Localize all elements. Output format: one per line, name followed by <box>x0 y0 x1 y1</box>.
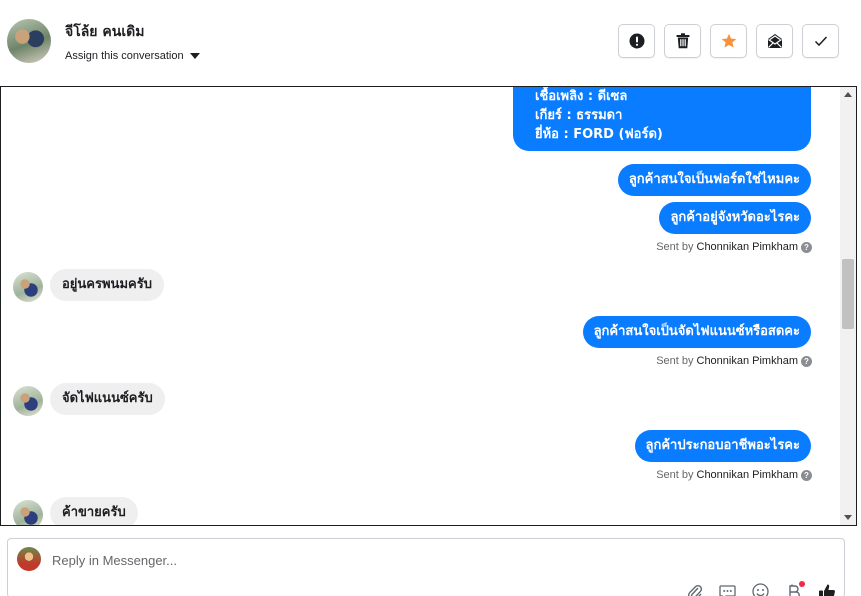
outgoing-info-bubble: เชื้อเพลิง : ดีเซล เกียร์ : ธรรมดา ยี่ห้… <box>513 87 811 151</box>
assign-conversation-dropdown[interactable]: Assign this conversation <box>65 50 200 62</box>
incoming-message: ค้าขายครับ <box>50 497 138 525</box>
envelope-icon <box>767 34 782 48</box>
question-icon[interactable]: ? <box>801 241 812 253</box>
sent-by-label: Sent by Chonnikan Pimkham ? <box>656 469 812 481</box>
done-button[interactable] <box>802 24 839 58</box>
assign-label: Assign this conversation <box>65 50 184 62</box>
contact-mini-avatar <box>13 386 43 416</box>
sent-by-label: Sent by Chonnikan Pimkham ? <box>656 355 812 367</box>
notification-dot <box>799 581 805 587</box>
my-avatar <box>17 547 41 571</box>
sent-by-label: Sent by Chonnikan Pimkham ? <box>656 241 812 253</box>
outgoing-message: ลูกค้าสนใจเป็นฟอร์ดใช่ไหมคะ <box>617 164 811 196</box>
contact-mini-avatar <box>13 272 43 302</box>
emoji-icon <box>752 583 769 596</box>
scrollbar[interactable] <box>840 87 856 525</box>
conversation-actions <box>618 24 839 58</box>
incoming-message: จัดไฟแนนซ์ครับ <box>50 383 165 415</box>
outgoing-message: ลูกค้าประกอบอาชีพอะไรคะ <box>634 430 811 462</box>
sender-name: Chonnikan Pimkham <box>696 241 799 253</box>
bold-button[interactable] <box>784 581 805 596</box>
star-icon <box>721 33 736 48</box>
check-icon <box>814 36 827 47</box>
sender-name: Chonnikan Pimkham <box>696 355 799 367</box>
trash-icon <box>676 33 689 49</box>
contact-avatar[interactable] <box>7 19 51 63</box>
reply-input[interactable] <box>52 551 652 569</box>
saved-replies-button[interactable] <box>718 582 737 596</box>
outgoing-message: ลูกค้าสนใจเป็นจัดไฟแนนซ์หรือสดคะ <box>582 316 811 348</box>
outgoing-message: ลูกค้าอยู่จังหวัดอะไรคะ <box>659 202 811 234</box>
info-line: ยี่ห้อ : FORD (ฟอร์ด) <box>535 127 663 142</box>
star-button[interactable] <box>710 24 747 58</box>
scrollbar-thumb[interactable] <box>842 259 854 329</box>
mark-spam-button[interactable] <box>618 24 655 58</box>
composer-tools <box>685 581 836 596</box>
info-line: เชื้อเพลิง : ดีเซล <box>535 89 628 104</box>
bold-icon <box>788 584 800 596</box>
like-icon <box>818 584 835 596</box>
question-icon[interactable]: ? <box>801 355 812 367</box>
scroll-down-arrow-icon[interactable] <box>844 515 852 520</box>
paperclip-icon <box>687 584 702 596</box>
exclamation-circle-icon <box>629 33 644 49</box>
contact-mini-avatar <box>13 500 43 525</box>
delete-button[interactable] <box>664 24 701 58</box>
caret-down-icon <box>189 53 200 59</box>
emoji-button[interactable] <box>751 582 770 596</box>
mark-unread-button[interactable] <box>756 24 793 58</box>
message-thread[interactable]: เชื้อเพลิง : ดีเซล เกียร์ : ธรรมดา ยี่ห้… <box>0 86 857 526</box>
saved-replies-icon <box>719 584 736 596</box>
like-button[interactable] <box>817 582 836 596</box>
incoming-message: อยู่นครพนมครับ <box>50 269 164 301</box>
info-line: เกียร์ : ธรรมดา <box>535 108 623 123</box>
reply-composer <box>7 538 845 596</box>
contact-name[interactable]: จีโล้ย คนเดิม <box>65 21 144 43</box>
scroll-up-arrow-icon[interactable] <box>844 92 852 97</box>
question-icon[interactable]: ? <box>801 469 812 481</box>
attach-button[interactable] <box>685 582 704 596</box>
conversation-header: จีโล้ย คนเดิม Assign this conversation <box>0 0 861 86</box>
sender-name: Chonnikan Pimkham <box>696 469 799 481</box>
